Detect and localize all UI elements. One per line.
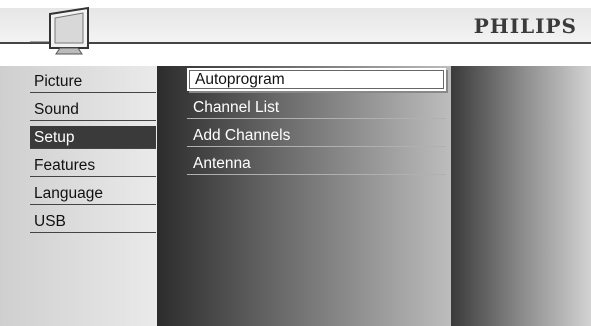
- tv-icon: [30, 6, 89, 55]
- submenu-item-antenna[interactable]: Antenna: [187, 152, 446, 175]
- brand-logo: PHILIPS: [473, 14, 577, 38]
- menu-item-features[interactable]: Features: [30, 154, 156, 177]
- submenu-item-add-channels[interactable]: Add Channels: [187, 124, 446, 147]
- menu-item-setup[interactable]: Setup: [30, 126, 156, 149]
- submenu-item-autoprogram[interactable]: Autoprogram: [187, 68, 446, 91]
- main-menu: Picture Sound Setup Features Language US…: [0, 66, 157, 326]
- menu-item-sound[interactable]: Sound: [30, 98, 156, 121]
- submenu-item-channel-list[interactable]: Channel List: [187, 96, 446, 119]
- menu-item-picture[interactable]: Picture: [30, 70, 156, 93]
- submenu-panel: Autoprogram Channel List Add Channels An…: [157, 66, 451, 326]
- menu-item-usb[interactable]: USB: [30, 210, 156, 233]
- menu-item-language[interactable]: Language: [30, 182, 156, 205]
- tv-menu-screen: PHILIPS Picture Sound Setup Features Lan…: [0, 0, 591, 326]
- header: PHILIPS: [0, 0, 591, 60]
- preview-area: [451, 66, 591, 326]
